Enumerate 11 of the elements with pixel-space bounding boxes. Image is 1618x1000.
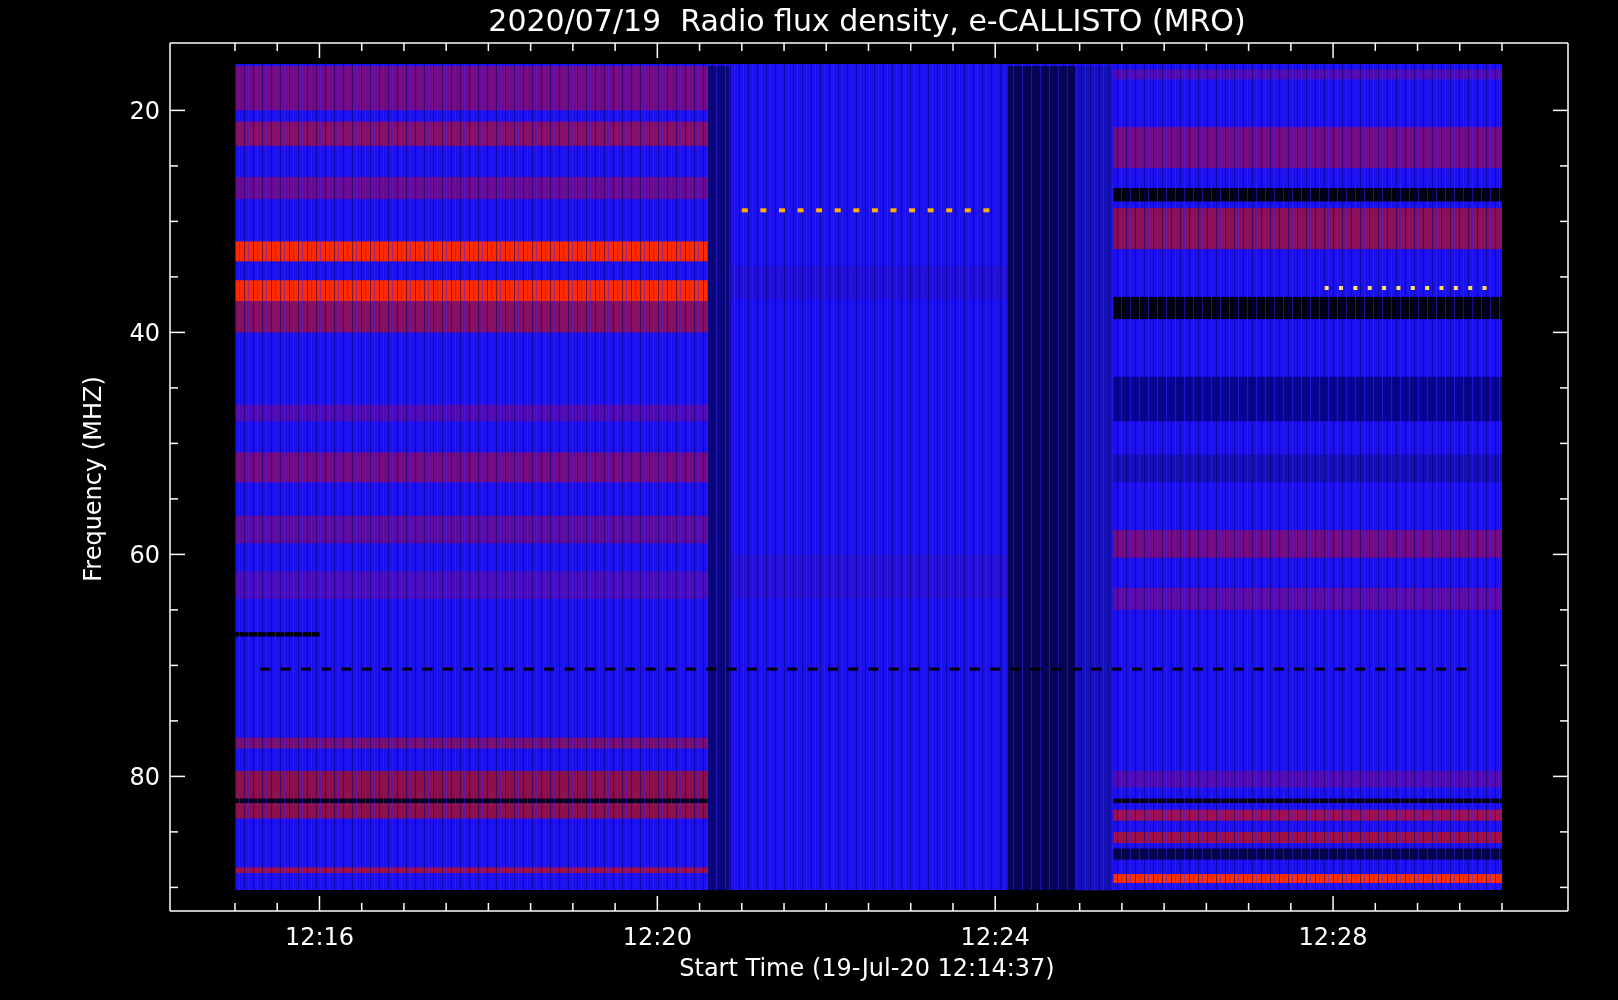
x-axis-label: Start Time (19-Jul-20 12:14:37)	[679, 954, 1055, 982]
x-tick-label: 12:28	[1298, 923, 1368, 951]
y-axis-label: Frequency (MHZ)	[79, 376, 107, 582]
y-tick-label: 20	[129, 97, 160, 126]
y-tick-label: 80	[129, 763, 160, 792]
x-tick-label: 12:16	[284, 923, 355, 951]
x-tick-label: 12:20	[622, 923, 692, 951]
y-tick-label: 40	[129, 319, 160, 348]
chart-title: 2020/07/19 Radio flux density, e-CALLISTO (MRO)	[488, 3, 1246, 38]
x-tick-label: 12:24	[960, 923, 1030, 951]
y-tick-label: 60	[129, 541, 160, 570]
